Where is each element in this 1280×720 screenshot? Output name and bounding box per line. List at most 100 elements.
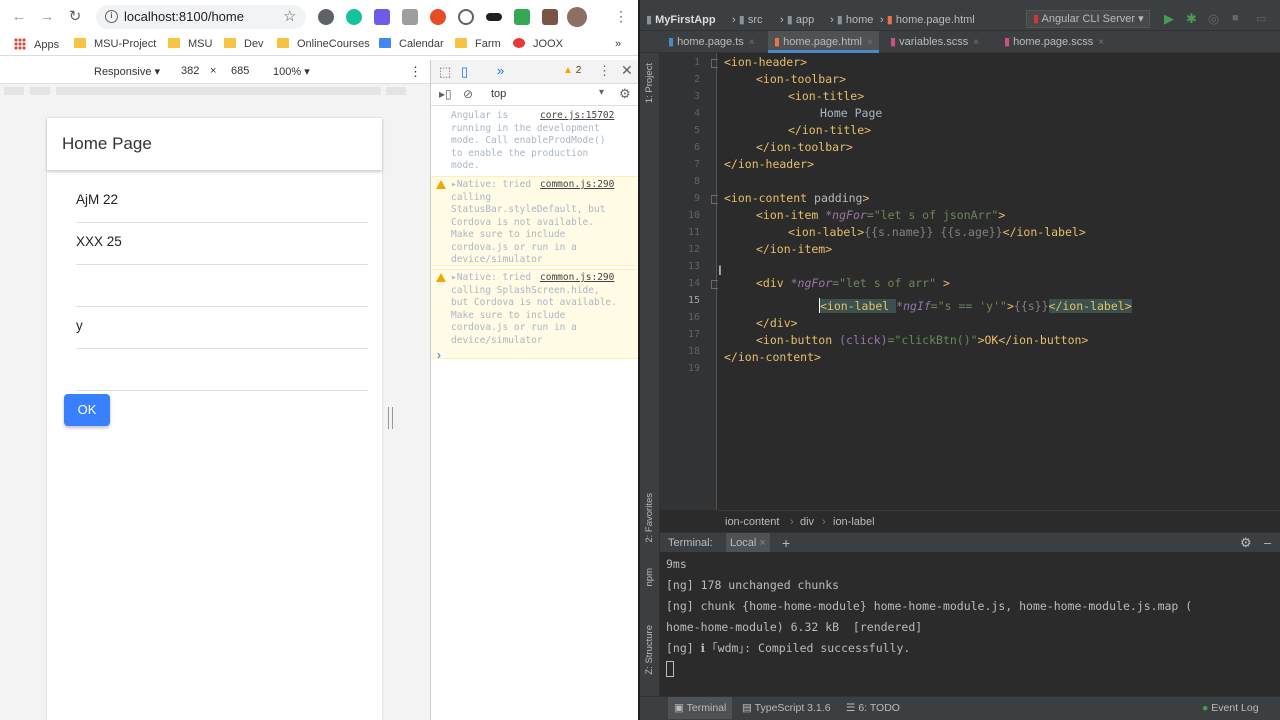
tab-variables-scss[interactable]: ▮ variables.scss ×: [884, 31, 985, 53]
breadcrumb-item[interactable]: ion-label: [833, 511, 875, 533]
console-settings-icon[interactable]: ⚙: [619, 86, 631, 102]
tab-home-page-html[interactable]: ▮ home.page.html ×: [768, 31, 879, 53]
new-session-icon[interactable]: +: [782, 533, 790, 553]
address-bar[interactable]: i localhost:8100/home: [96, 5, 306, 29]
clear-console-icon[interactable]: ⊘: [463, 87, 473, 101]
bookmark-msu-project[interactable]: MSU-Project: [74, 38, 156, 52]
line-number-gutter: 1 2 3 4 5 6 7 8 9 10 11 12 13 14 15 16 1…: [660, 53, 720, 510]
ts-file-icon: ▮: [668, 36, 675, 48]
zoom-select[interactable]: 100% ▾: [273, 65, 310, 78]
close-tab-icon[interactable]: ×: [749, 37, 755, 48]
device-more-icon[interactable]: ⋮: [409, 64, 422, 80]
extension-icon-1[interactable]: [318, 9, 334, 25]
console-source-link[interactable]: common.js:290: [540, 272, 614, 285]
info-icon[interactable]: i: [105, 10, 118, 23]
nav-crumb[interactable]: › ▮ src: [732, 13, 763, 26]
bookmark-star-icon[interactable]: ☆: [283, 7, 296, 25]
bookmark-joox[interactable]: JOOX: [513, 38, 563, 52]
bookmarks-overflow[interactable]: »: [615, 38, 621, 52]
extension-icon-5[interactable]: [430, 9, 446, 25]
layout-icon[interactable]: ▭: [1256, 12, 1266, 25]
extension-icon-9[interactable]: [542, 9, 558, 25]
breadcrumb-item[interactable]: ion-content: [725, 511, 779, 533]
code-editor[interactable]: <ion-header> <ion-toolbar> <ion-title> H…: [718, 53, 1280, 510]
bookmark-calendar[interactable]: Calendar: [379, 38, 444, 52]
typescript-tool-button[interactable]: ▤ TypeScript 3.1.6: [742, 697, 831, 719]
ide-navigation-bar: ▮ MyFirstApp › ▮ src › ▮ app › ▮ home › …: [640, 9, 1280, 31]
html-file-icon: ▮: [886, 14, 893, 26]
nav-crumb[interactable]: › ▮ home.page.html: [880, 13, 975, 26]
terminal-tool-button[interactable]: ▣ Terminal: [668, 697, 733, 719]
more-tabs-icon[interactable]: »: [497, 63, 504, 78]
list-item[interactable]: AjM 22: [76, 181, 368, 223]
close-tab-icon[interactable]: ×: [973, 37, 979, 48]
close-tab-icon[interactable]: ×: [1098, 37, 1104, 48]
console-source-link[interactable]: core.js:15702: [540, 110, 614, 123]
event-log-button[interactable]: ● Event Log: [1202, 697, 1259, 719]
console-message: Angular is running in the development mo…: [451, 110, 615, 171]
terminal-output[interactable]: 9ms [ng] 178 unchanged chunks [ng] chunk…: [660, 552, 1280, 696]
extension-icon-grammarly[interactable]: [346, 9, 362, 25]
bookmark-farm[interactable]: Farm: [455, 38, 501, 52]
structure-tool-button[interactable]: Z: Structure: [644, 625, 655, 675]
sidebar-toggle-icon[interactable]: ▸▯: [439, 87, 452, 101]
stop-icon[interactable]: ■: [1232, 12, 1239, 24]
inspect-icon[interactable]: ⬚: [439, 64, 451, 80]
npm-tool-button[interactable]: npm: [644, 568, 655, 586]
bookmark-dev[interactable]: Dev: [224, 38, 264, 52]
list-item[interactable]: [76, 349, 368, 391]
run-config-select[interactable]: ▮ Angular CLI Server ▾: [1026, 10, 1150, 28]
close-tab-icon[interactable]: ×: [867, 37, 873, 48]
breadcrumb-item[interactable]: div: [800, 511, 814, 533]
chrome-menu-icon[interactable]: ⋮: [614, 8, 628, 25]
console-prompt[interactable]: ›: [437, 348, 441, 362]
list-item[interactable]: [76, 265, 368, 307]
close-tab-icon[interactable]: ×: [759, 537, 765, 549]
minimize-icon[interactable]: –: [1264, 533, 1271, 553]
context-dropdown-icon[interactable]: ▾: [599, 87, 604, 98]
terminal-session-tab[interactable]: Local ×: [726, 533, 770, 553]
device-width-input[interactable]: 382: [181, 65, 199, 77]
console-source-link[interactable]: common.js:290: [540, 179, 614, 192]
profile-avatar[interactable]: [567, 7, 587, 27]
list-item[interactable]: XXX 25: [76, 223, 368, 265]
reload-icon[interactable]: ↻: [65, 7, 85, 27]
terminal-settings-icon[interactable]: ⚙: [1240, 533, 1252, 553]
viewport-resize-handle[interactable]: [388, 407, 393, 429]
ok-button[interactable]: OK: [64, 394, 110, 426]
devtools-menu-icon[interactable]: ⋮: [598, 63, 611, 79]
console-warning: ▸Native: tried calling SplashScreen.hide…: [431, 269, 639, 359]
menu-strip: [640, 0, 1280, 9]
tab-home-page-ts[interactable]: ▮ home.page.ts ×: [662, 31, 761, 53]
todo-tool-button[interactable]: ☰ 6: TODO: [846, 697, 900, 719]
project-tool-button[interactable]: 1: Project: [644, 63, 655, 103]
bookmark-msu[interactable]: MSU: [168, 38, 212, 52]
bookmark-apps[interactable]: Apps: [14, 38, 59, 52]
media-query-ruler: [0, 84, 430, 98]
coverage-icon[interactable]: ◎: [1208, 11, 1219, 27]
run-icon[interactable]: ▶: [1164, 11, 1174, 27]
forward-icon[interactable]: →: [37, 7, 57, 27]
extension-icon-4[interactable]: [402, 9, 418, 25]
folder-icon: ▮: [836, 14, 843, 26]
device-mode-select[interactable]: Responsive ▾: [94, 65, 160, 78]
extension-icon-6[interactable]: [458, 9, 474, 25]
nav-crumb[interactable]: › ▮ app: [780, 13, 814, 26]
close-devtools-icon[interactable]: ✕: [621, 62, 633, 79]
favorites-tool-button[interactable]: 2: Favorites: [644, 493, 655, 543]
debug-icon[interactable]: ✱: [1186, 11, 1197, 27]
status-bar: ▣ Terminal ▤ TypeScript 3.1.6 ☰ 6: TODO …: [640, 696, 1280, 720]
tab-home-page-scss[interactable]: ▮ home.page.scss ×: [998, 31, 1110, 53]
nav-project[interactable]: ▮ MyFirstApp: [646, 13, 716, 26]
extension-icon-7[interactable]: [486, 13, 502, 21]
context-select[interactable]: top: [491, 88, 506, 100]
list-item[interactable]: y: [76, 307, 368, 349]
device-height-input[interactable]: 685: [231, 65, 249, 77]
nav-crumb[interactable]: › ▮ home: [830, 13, 873, 26]
back-icon[interactable]: ←: [9, 7, 29, 27]
device-toggle-icon[interactable]: ▯: [461, 64, 468, 80]
warning-count-badge[interactable]: ▲ 2: [563, 65, 581, 76]
bookmark-onlinecourses[interactable]: OnlineCourses: [277, 38, 370, 52]
extension-icon-8[interactable]: [514, 9, 530, 25]
extension-icon-3[interactable]: [374, 9, 390, 25]
